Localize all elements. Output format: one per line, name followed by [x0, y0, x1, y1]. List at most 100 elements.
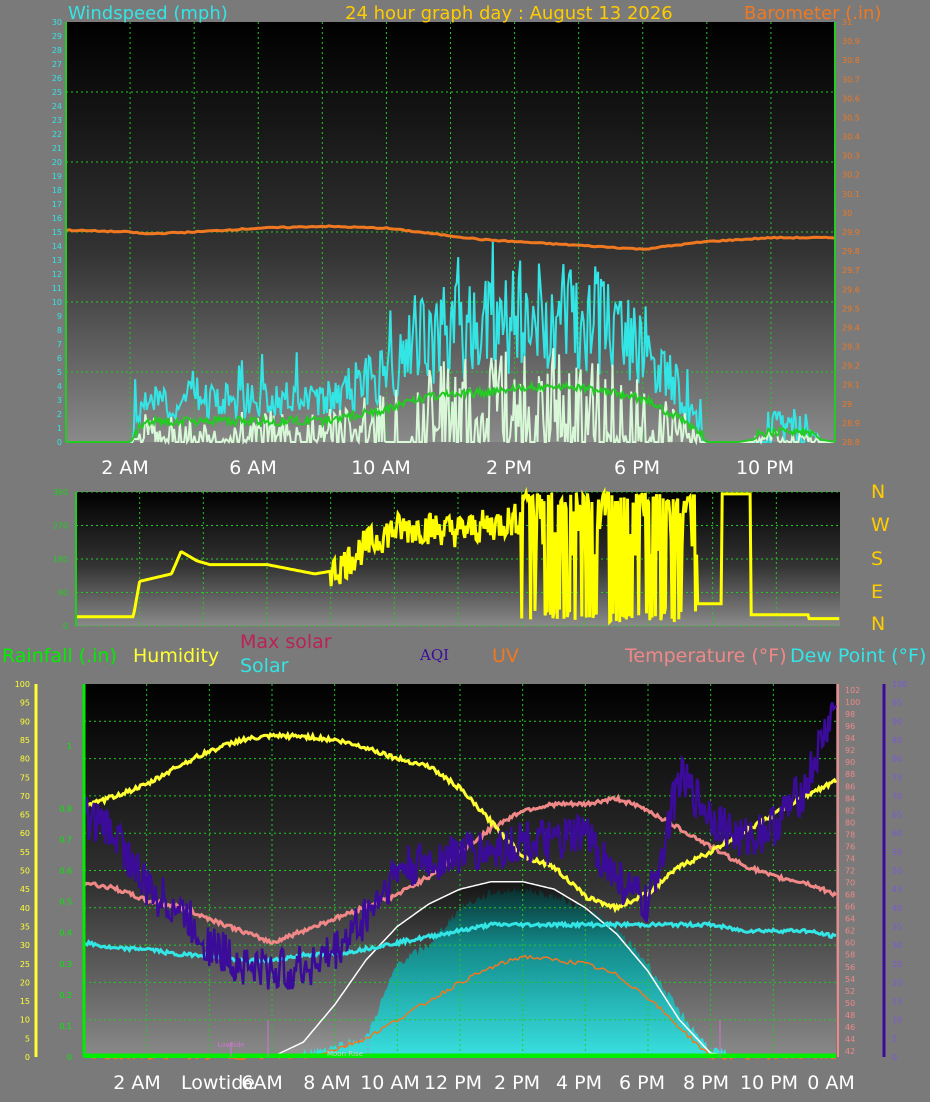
- windspeed-tick-label: 7: [57, 340, 62, 349]
- top-xtick: 10 AM: [351, 457, 411, 479]
- temperature-tick-label: 56: [845, 963, 855, 972]
- compass-label: N: [871, 481, 885, 503]
- temperature-tick-label: 86: [845, 782, 855, 791]
- humidity-tick-label: 45: [20, 885, 30, 894]
- temperature-tick-label: 68: [845, 891, 855, 900]
- temperature-tick-label: 76: [845, 842, 855, 851]
- windspeed-tick-label: 9: [57, 312, 62, 321]
- windspeed-tick-label: 2: [57, 410, 62, 419]
- bottom-xtick: 2 PM: [494, 1072, 540, 1094]
- humidity-tick-label: 100: [15, 680, 30, 689]
- aqi-tick-label: 30: [892, 941, 902, 950]
- top-xtick: 6 PM: [614, 457, 660, 479]
- aqi-tick-label: 80: [892, 755, 902, 764]
- rainfall-tick-label: 0: [67, 1053, 72, 1062]
- barometer-tick-label: 30.3: [842, 152, 860, 161]
- aqi-tick-label: 35: [892, 922, 902, 931]
- top-xtick: 6 AM: [229, 457, 277, 479]
- windspeed-tick-label: 11: [52, 284, 62, 293]
- humidity-tick-label: 50: [20, 867, 30, 876]
- windspeed-tick-label: 12: [52, 270, 62, 279]
- windspeed-tick-label: 10: [52, 298, 62, 307]
- humidity-tick-label: 5: [25, 1034, 30, 1043]
- windspeed-tick-label: 15: [52, 228, 62, 237]
- rainfall-header: Rainfall (.in): [2, 645, 117, 667]
- bottom-xtick: 12 PM: [424, 1072, 482, 1094]
- barometer-tick-label: 30.7: [842, 75, 860, 84]
- rainfall-tick-label: 0.4: [59, 929, 72, 938]
- windspeed-header: Windspeed (mph): [68, 3, 228, 24]
- windspeed-tick-label: 20: [52, 158, 62, 167]
- temperature-tick-label: 84: [845, 794, 855, 803]
- bottom-xtick: 10 AM: [360, 1072, 420, 1094]
- windspeed-tick-label: 4: [57, 382, 62, 391]
- windspeed-tick-label: 5: [57, 368, 62, 377]
- barometer-axis-ticks: 28.8 28.9 29 29.1 29.2 29.3 29.4 29.5 29.6 29.7 29…: [842, 18, 860, 447]
- compass-label: W: [871, 514, 890, 536]
- temperature-tick-label: 54: [845, 975, 855, 984]
- barometer-tick-label: 28.9: [842, 419, 860, 428]
- windspeed-tick-label: 30: [52, 18, 62, 27]
- aqi-tick-label: 5: [892, 1034, 897, 1043]
- bottom-xtick: 8 PM: [683, 1072, 729, 1094]
- barometer-tick-label: 30.9: [842, 37, 860, 46]
- temperature-tick-label: 50: [845, 999, 855, 1008]
- barometer-tick-label: 29.6: [842, 285, 860, 294]
- bottom-xtick: 10 PM: [740, 1072, 798, 1094]
- aqi-tick-label: 45: [892, 885, 902, 894]
- windspeed-tick-label: 29: [52, 32, 62, 41]
- windspeed-tick-label: 0: [57, 438, 62, 447]
- direction-panel: 0 90 180 270 360 N W S E N: [53, 481, 890, 635]
- temperature-tick-label: 78: [845, 830, 855, 839]
- top-xtick: 2 AM: [101, 457, 149, 479]
- temperature-tick-label: 94: [845, 734, 855, 743]
- temperature-tick-label: 100: [845, 698, 860, 707]
- aqi-tick-label: 55: [892, 848, 902, 857]
- aqi-tick-label: 65: [892, 811, 902, 820]
- humidity-tick-label: 25: [20, 960, 30, 969]
- uv-header: UV: [492, 645, 519, 667]
- temperature-tick-label: 60: [845, 939, 855, 948]
- temperature-tick-label: 74: [845, 854, 855, 863]
- aqi-tick-label: 40: [892, 904, 902, 913]
- humidity-tick-label: 55: [20, 848, 30, 857]
- temperature-tick-label: 80: [845, 818, 855, 827]
- windspeed-tick-label: 23: [52, 116, 62, 125]
- barometer-tick-label: 29: [842, 400, 852, 409]
- windspeed-tick-label: 27: [52, 60, 62, 69]
- bottom-xtick: 6 PM: [619, 1072, 665, 1094]
- dew-point-header: Dew Point (°F): [790, 645, 926, 667]
- barometer-tick-label: 30.6: [842, 94, 860, 103]
- direction-tick-label: 180: [53, 555, 68, 564]
- rainfall-tick-label: 0.1: [59, 1022, 72, 1031]
- barometer-tick-label: 29.1: [842, 381, 860, 390]
- humidity-header: Humidity: [133, 645, 219, 667]
- top-xtick: 2 PM: [486, 457, 532, 479]
- barometer-tick-label: 29.7: [842, 266, 860, 275]
- windspeed-tick-label: 19: [52, 172, 62, 181]
- barometer-tick-label: 29.2: [842, 362, 860, 371]
- barometer-tick-label: 30.4: [842, 133, 860, 142]
- temperature-tick-label: 88: [845, 770, 855, 779]
- humidity-tick-label: 85: [20, 736, 30, 745]
- compass-label: N: [871, 613, 885, 635]
- barometer-tick-label: 29.5: [842, 304, 860, 313]
- temperature-tick-label: 46: [845, 1023, 855, 1032]
- windspeed-tick-label: 13: [52, 256, 62, 265]
- aqi-tick-label: 100: [892, 680, 907, 689]
- aqi-tick-label: 15: [892, 997, 902, 1006]
- barometer-tick-label: 29.9: [842, 228, 860, 237]
- aqi-tick-label: 60: [892, 829, 902, 838]
- aqi-tick-label: 25: [892, 960, 902, 969]
- temperature-tick-label: 96: [845, 722, 855, 731]
- aqi-tick-label: 0: [892, 1053, 897, 1062]
- temperature-tick-label: 92: [845, 746, 855, 755]
- humidity-tick-label: 15: [20, 997, 30, 1006]
- aqi-tick-label: 10: [892, 1016, 902, 1025]
- bottom-xtick: 4 PM: [556, 1072, 602, 1094]
- windspeed-tick-label: 21: [52, 144, 62, 153]
- barometer-tick-label: 30.2: [842, 171, 860, 180]
- temperature-header: Temperature (°F): [624, 645, 787, 667]
- windspeed-tick-label: 26: [52, 74, 62, 83]
- top-xtick: 10 PM: [736, 457, 794, 479]
